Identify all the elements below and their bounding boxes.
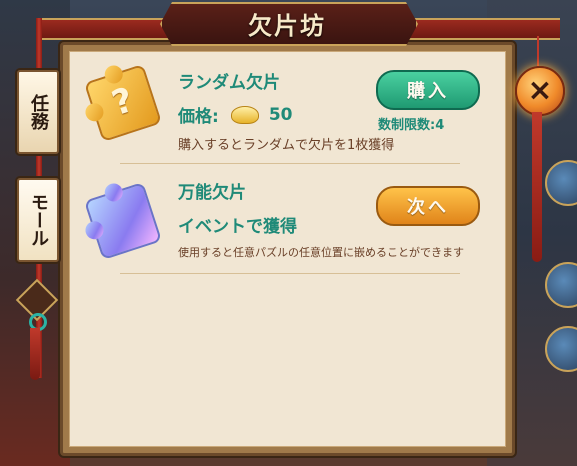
- next-button[interactable]: 次へ: [376, 186, 480, 226]
- item-description: 購入するとランダムで欠片を1枚獲得: [178, 138, 395, 153]
- lantern-string: [537, 36, 539, 66]
- price-row: 価格: 50: [178, 102, 293, 128]
- list-item-universal-fragment: 万能欠片 イベントで獲得 使用すると任意パズルの任意位置に嵌めることができます …: [80, 170, 490, 270]
- close-button[interactable]: ×: [515, 66, 565, 116]
- price-value: 50: [268, 104, 293, 125]
- puzzle-piece-gold-icon: ?: [83, 63, 163, 143]
- item-description: 使用すると任意パズルの任意位置に嵌めることができます: [178, 246, 464, 259]
- close-icon: ×: [527, 73, 553, 108]
- tab-mall[interactable]: モール: [17, 178, 59, 262]
- tassel-icon: [30, 328, 40, 380]
- divider: [120, 273, 460, 274]
- page-title: 欠片坊: [248, 12, 326, 40]
- divider: [120, 163, 460, 164]
- list-item-random-fragment: ? ランダム欠片 価格: 50 購入するとランダムで欠片を1枚獲得 購入 数制限…: [80, 60, 490, 160]
- purchase-limit: 数制限数:4: [378, 118, 445, 133]
- buy-button[interactable]: 購入: [376, 70, 480, 110]
- puzzle-piece-rainbow-icon: [83, 181, 163, 261]
- item-name: ランダム欠片: [178, 73, 280, 93]
- price-label: 価格:: [178, 107, 219, 127]
- tab-task[interactable]: 任務: [17, 70, 59, 154]
- item-name: 万能欠片: [178, 183, 246, 203]
- gold-ingot-icon: [230, 105, 259, 124]
- acquire-method: イベントで獲得: [178, 217, 297, 237]
- lantern-tassel-icon: [532, 112, 542, 262]
